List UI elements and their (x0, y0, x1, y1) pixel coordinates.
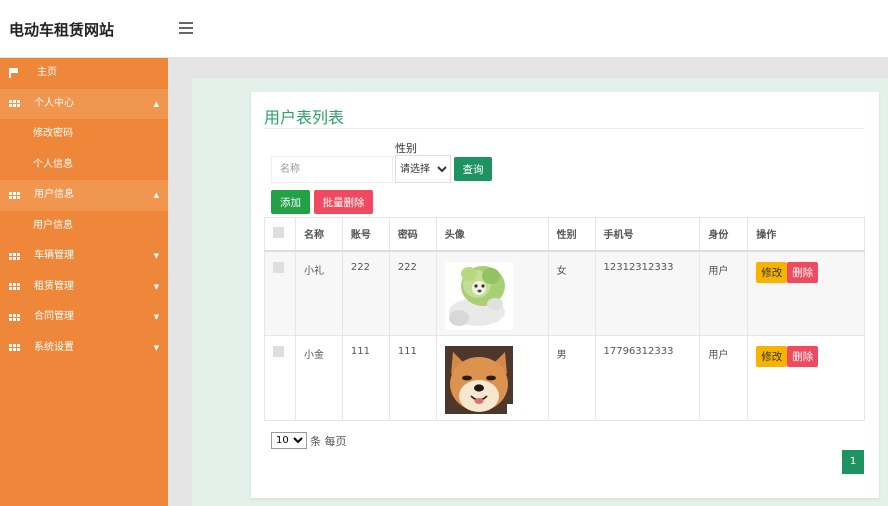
pagination-page-button[interactable]: 1 (842, 450, 864, 474)
role-cell: 用户 (699, 250, 749, 336)
sidebar-item-label: 车辆管理 (34, 250, 74, 261)
title-divider (264, 128, 864, 129)
row-checkbox[interactable] (273, 261, 284, 273)
role-cell: 用户 (699, 335, 749, 421)
chevron-up-icon: ▲ (153, 191, 159, 199)
cabbage-dog-avatar (444, 261, 513, 330)
select-all-cell (264, 217, 296, 251)
account-cell: 222 (341, 250, 390, 336)
sidebar-item-label: 租赁管理 (34, 280, 74, 292)
delete-button[interactable]: 删除 (787, 346, 819, 367)
column-header: 头像 (435, 217, 549, 251)
edit-button[interactable]: 修改 (756, 261, 788, 283)
row-select-cell (264, 335, 296, 421)
sidebar-item-label: 系统设置 (34, 341, 74, 353)
page-size-select[interactable]: 10 (271, 432, 307, 449)
column-header: 手机号 (594, 217, 701, 251)
page-title: 用户表列表 (264, 108, 345, 127)
page-size-text: 条 每页 (310, 435, 347, 448)
actions-cell: 修改 删除 (747, 250, 865, 336)
name-cell: 小礼 (294, 250, 343, 336)
sidebar-item-rental-management[interactable]: 租赁管理 ▼ (0, 272, 168, 303)
column-header: 操作 (747, 217, 865, 251)
chevron-down-icon: ▼ (153, 252, 159, 260)
sidebar-item-label: 用户信息 (34, 189, 74, 200)
batch-delete-button[interactable]: 批量删除 (314, 190, 373, 214)
avatar-cell (435, 335, 549, 421)
table-row: 小礼 222 222 女 12312312333 用户 修改 删除 (264, 250, 865, 336)
gender-label: 性别 (395, 142, 417, 155)
sidebar-subitem-user-info[interactable]: 用户信息 (0, 211, 168, 242)
grid-icon (9, 89, 20, 119)
grid-icon (9, 180, 20, 210)
sidebar-item-label: 个人中心 (34, 97, 74, 109)
shiba-dog-avatar (444, 346, 513, 414)
grid-icon (9, 302, 20, 332)
chevron-down-icon: ▼ (153, 343, 159, 352)
name-cell: 小金 (294, 335, 343, 421)
column-header: 性别 (547, 217, 596, 251)
phone-cell: 12312312333 (594, 250, 701, 336)
column-header: 身份 (699, 217, 749, 251)
actions-cell: 修改 删除 (747, 335, 865, 421)
account-cell: 111 (341, 335, 390, 421)
sidebar-item-home[interactable]: 主页 (0, 58, 168, 89)
site-title: 电动车租赁网站 (9, 21, 115, 39)
table-row: 小金 111 111 男 17796312333 用户 修改 删除 (264, 335, 865, 421)
sidebar-item-system-settings[interactable]: 系统设置 ▼ (0, 333, 168, 364)
sidebar-item-contract-management[interactable]: 合同管理 ▼ (0, 302, 168, 333)
grid-icon (9, 272, 20, 302)
sidebar-item-label: 主页 (37, 67, 57, 78)
sidebar-subitem-personal-info[interactable]: 个人信息 (0, 150, 168, 181)
flag-icon (9, 58, 19, 88)
phone-cell: 17796312333 (594, 335, 701, 421)
user-list-panel: 用户表列表 性别 请选择 查询 添加 批量删除 名称 账号 密码 头像 性别 手… (251, 92, 879, 498)
sidebar-item-personal-center[interactable]: 个人中心 ▲ (0, 88, 168, 119)
gender-cell: 男 (547, 335, 596, 421)
avatar-cell (435, 250, 549, 336)
sidebar-item-vehicle-management[interactable]: 车辆管理 ▼ (0, 241, 168, 272)
row-select-cell (264, 250, 296, 336)
user-table: 名称 账号 密码 头像 性别 手机号 身份 操作 小礼 222 222 女 12… (264, 217, 865, 421)
delete-button[interactable]: 删除 (787, 261, 819, 283)
sidebar-item-label: 合同管理 (34, 311, 74, 322)
grid-icon (9, 333, 20, 363)
search-button[interactable]: 查询 (454, 157, 492, 181)
sidebar-item-user-info[interactable]: 用户信息 ▲ (0, 180, 168, 211)
chevron-down-icon: ▼ (153, 313, 159, 321)
sidebar-subitem-change-password[interactable]: 修改密码 (0, 119, 168, 150)
name-search-input[interactable] (271, 156, 393, 183)
password-cell: 222 (388, 250, 437, 336)
column-header: 名称 (294, 217, 343, 251)
table-header-row: 名称 账号 密码 头像 性别 手机号 身份 操作 (264, 217, 865, 251)
select-all-checkbox[interactable] (273, 226, 284, 238)
column-header: 密码 (388, 217, 437, 251)
grid-icon (9, 241, 20, 271)
gender-select[interactable]: 请选择 (395, 155, 451, 183)
password-cell: 111 (388, 335, 437, 421)
chevron-up-icon: ▲ (153, 99, 159, 108)
top-bar: 电动车租赁网站 (0, 0, 888, 58)
gender-cell: 女 (547, 250, 596, 336)
add-button[interactable]: 添加 (271, 190, 310, 214)
chevron-down-icon: ▼ (153, 282, 159, 291)
edit-button[interactable]: 修改 (756, 346, 788, 367)
sidebar: 主页 个人中心 ▲ 修改密码 个人信息 用户信息 ▲ 用户信息 车辆管理 ▼ 租… (0, 58, 168, 506)
hamburger-menu-icon[interactable] (179, 22, 193, 34)
column-header: 账号 (341, 217, 390, 251)
row-checkbox[interactable] (273, 346, 284, 357)
